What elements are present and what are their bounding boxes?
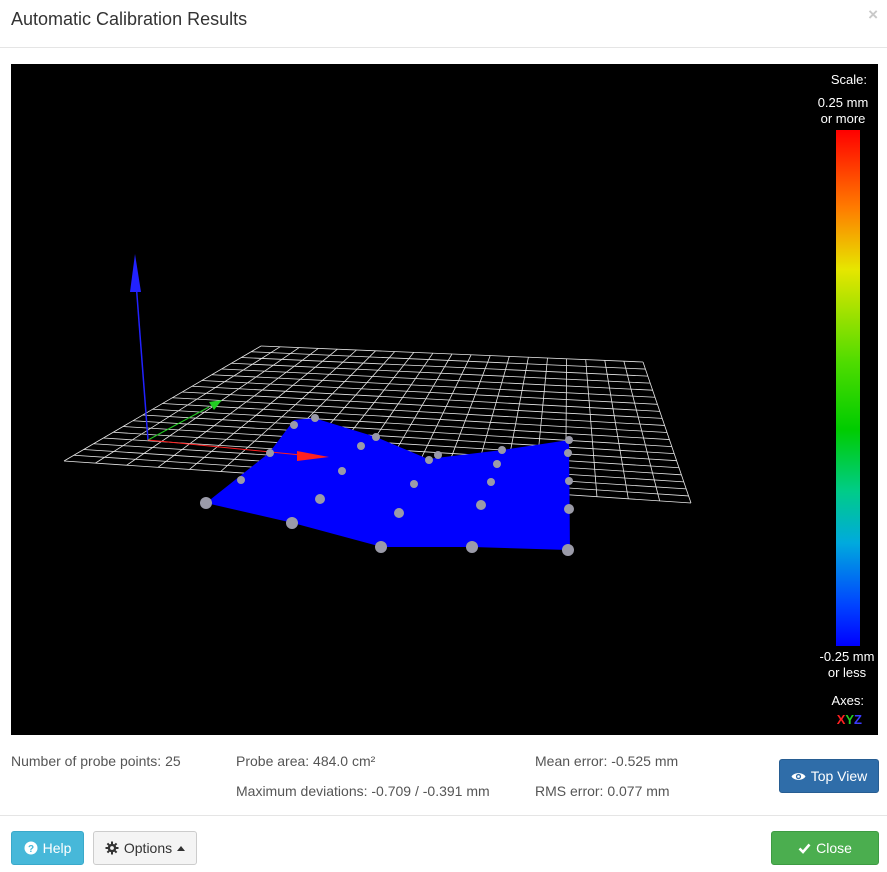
probe-point bbox=[375, 541, 387, 553]
scale-max-label: 0.25 mm or more bbox=[812, 95, 874, 127]
probe-point bbox=[562, 544, 574, 556]
probe-point bbox=[498, 446, 506, 454]
help-button[interactable]: ? Help bbox=[11, 831, 84, 865]
probe-point bbox=[357, 442, 365, 450]
probe-point bbox=[311, 414, 319, 422]
check-icon bbox=[798, 843, 811, 854]
probe-point bbox=[394, 508, 404, 518]
calibration-stats: Number of probe points: 25 Probe area: 4… bbox=[0, 752, 887, 812]
probe-point bbox=[466, 541, 478, 553]
gear-icon bbox=[105, 841, 119, 855]
calibration-3d-scene[interactable] bbox=[11, 64, 878, 735]
probe-point bbox=[565, 436, 573, 444]
scale-title: Scale: bbox=[830, 72, 867, 87]
axes-legend-z: Z bbox=[854, 712, 862, 727]
modal-title: Automatic Calibration Results bbox=[11, 9, 248, 29]
options-label: Options bbox=[123, 840, 173, 856]
rms-error: RMS error: 0.077 mm bbox=[535, 783, 670, 799]
probe-points-count: Number of probe points: 25 bbox=[11, 753, 181, 769]
top-view-button[interactable]: Top View bbox=[779, 759, 879, 793]
calibration-3d-viewer[interactable]: Scale: 0.25 mm or more -0.25 mm or less … bbox=[11, 64, 878, 735]
probe-point bbox=[266, 449, 274, 457]
axes-title: Axes: bbox=[831, 693, 864, 708]
scale-max-suffix: or more bbox=[820, 111, 866, 126]
grid-line bbox=[642, 361, 692, 504]
axes-legend: XYZ bbox=[837, 712, 862, 728]
close-x-icon[interactable]: × bbox=[868, 6, 878, 23]
probe-point bbox=[564, 504, 574, 514]
grid-line bbox=[623, 361, 661, 501]
top-view-label: Top View bbox=[810, 768, 868, 784]
svg-text:?: ? bbox=[28, 844, 34, 855]
options-button[interactable]: Options bbox=[93, 831, 197, 865]
caret-up-icon bbox=[177, 845, 186, 851]
probe-point bbox=[564, 449, 572, 457]
scale-min-label: -0.25 mm or less bbox=[816, 649, 878, 681]
probe-point bbox=[338, 467, 346, 475]
scale-min-value: -0.25 mm bbox=[819, 649, 875, 664]
probe-point bbox=[286, 517, 298, 529]
question-circle-icon: ? bbox=[24, 841, 38, 855]
probe-point bbox=[372, 433, 380, 441]
scale-colorbar bbox=[836, 130, 860, 646]
eye-icon bbox=[791, 771, 806, 782]
probe-point bbox=[434, 451, 442, 459]
footer-divider bbox=[0, 815, 887, 816]
mean-error: Mean error: -0.525 mm bbox=[535, 753, 679, 769]
probe-point bbox=[290, 421, 298, 429]
probe-point bbox=[237, 476, 245, 484]
probe-point bbox=[425, 456, 433, 464]
probe-point bbox=[410, 480, 418, 488]
probe-point bbox=[476, 500, 486, 510]
probe-point bbox=[565, 477, 573, 485]
scale-max-value: 0.25 mm bbox=[817, 95, 869, 110]
probe-point bbox=[200, 497, 212, 509]
probe-point bbox=[487, 478, 495, 486]
probe-point bbox=[493, 460, 501, 468]
scale-min-suffix: or less bbox=[827, 665, 867, 680]
close-label: Close bbox=[816, 840, 852, 856]
deviation-surface bbox=[206, 418, 570, 554]
probe-point bbox=[315, 494, 325, 504]
help-label: Help bbox=[42, 840, 72, 856]
axes-legend-y: Y bbox=[845, 712, 855, 727]
modal-header: Automatic Calibration Results × bbox=[0, 0, 887, 48]
probe-area: Probe area: 484.0 cm² bbox=[236, 753, 376, 769]
close-button[interactable]: Close bbox=[771, 831, 879, 865]
z-axis-arrow bbox=[130, 254, 149, 441]
max-deviations: Maximum deviations: -0.709 / -0.391 mm bbox=[236, 783, 490, 799]
